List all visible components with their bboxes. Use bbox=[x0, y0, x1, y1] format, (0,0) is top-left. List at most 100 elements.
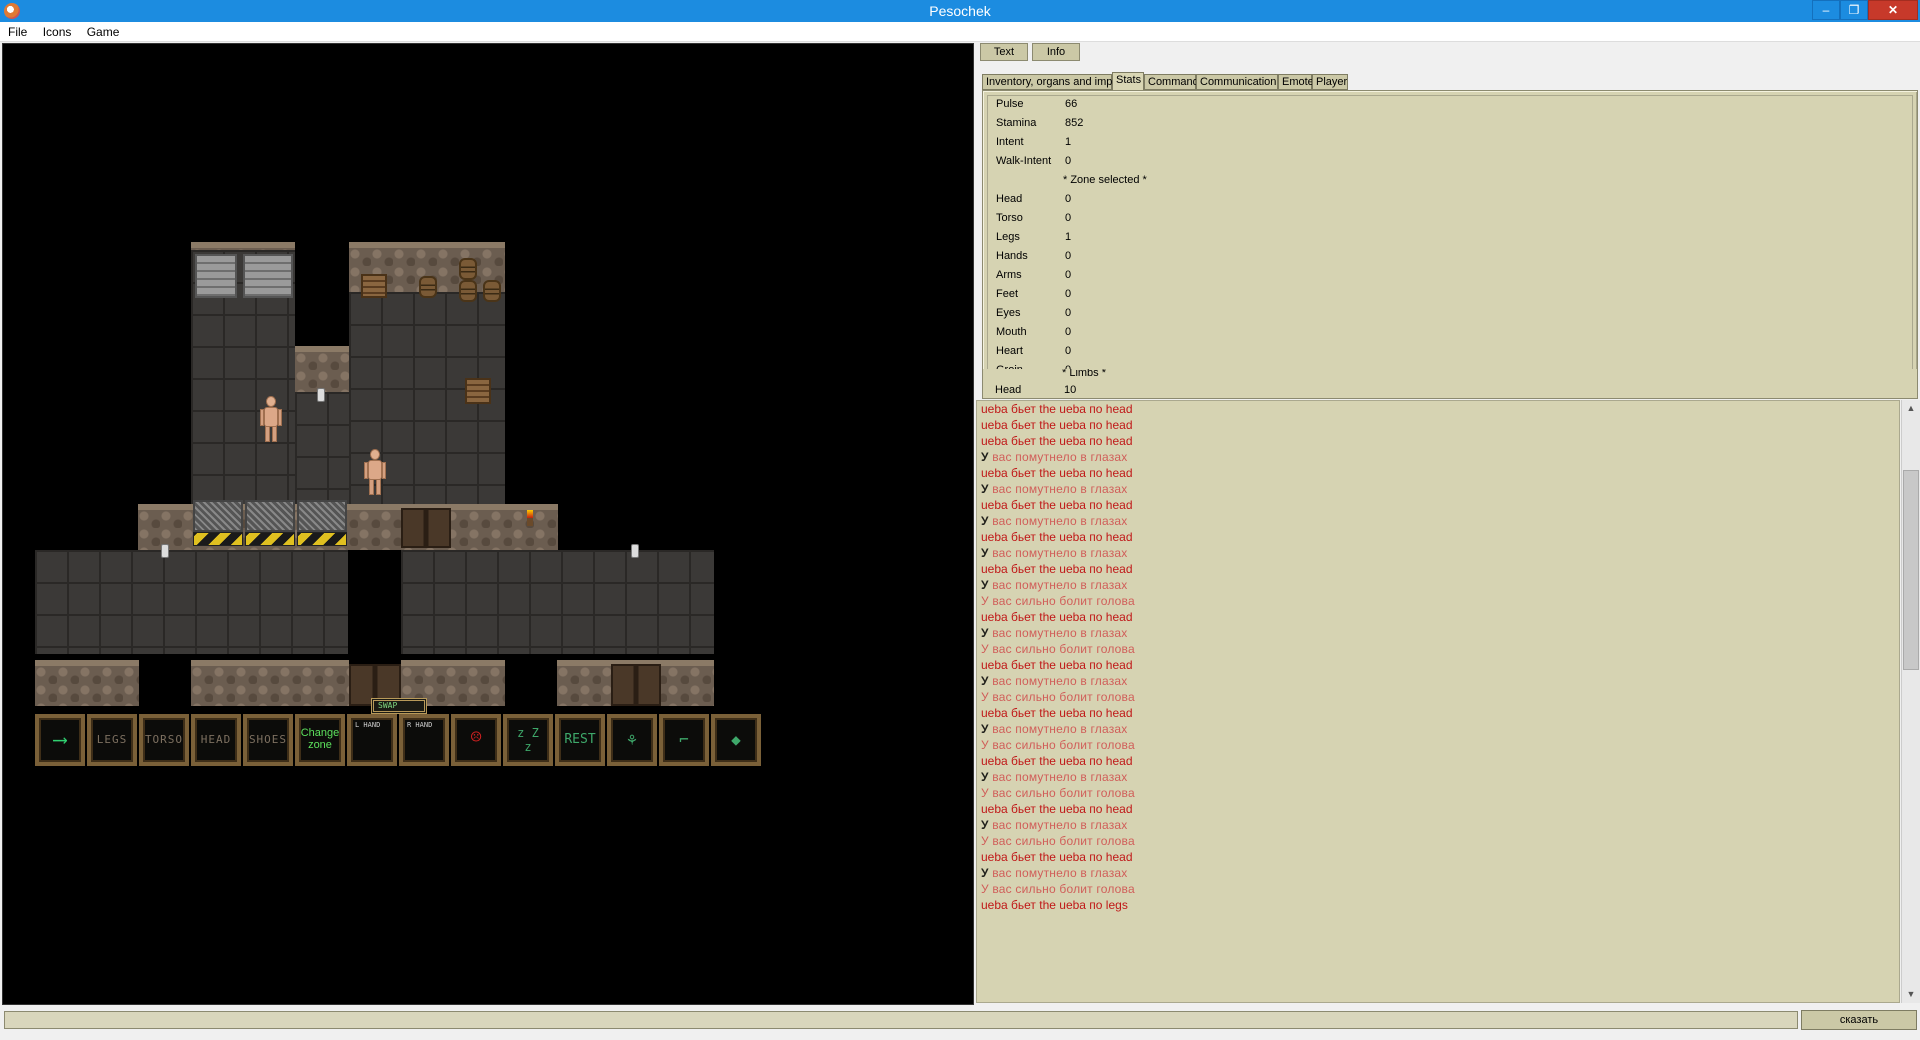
stat-row: Walk-Intent 0 bbox=[996, 155, 1072, 167]
log-line-prefix: У bbox=[981, 674, 989, 688]
maximize-button[interactable]: ❐ bbox=[1840, 0, 1868, 20]
torch-icon bbox=[527, 510, 533, 526]
limb-row: Head 10 bbox=[995, 384, 1077, 396]
tab-info[interactable]: Info bbox=[1032, 43, 1080, 61]
rest-button[interactable]: REST bbox=[555, 714, 605, 766]
title-bar: Pesochek – ❐ ✕ bbox=[0, 0, 1920, 22]
log-line: ueba бьет the ueba по head bbox=[977, 609, 1899, 625]
minimize-button[interactable]: – bbox=[1812, 0, 1840, 20]
health-doll[interactable]: ☹ bbox=[451, 714, 501, 766]
log-line: ueba бьет the ueba по head bbox=[977, 561, 1899, 577]
side-panel: Text Info Inventory, organs and implants… bbox=[976, 43, 1920, 1003]
window-title: Pesochek bbox=[929, 3, 991, 19]
grab-button[interactable]: ⚘ bbox=[607, 714, 657, 766]
zone-row: Hands 0 bbox=[996, 250, 1072, 262]
console-machine[interactable] bbox=[195, 254, 237, 298]
door[interactable] bbox=[401, 508, 451, 548]
zone-row: Torso 0 bbox=[996, 212, 1072, 224]
log-line-prefix: У bbox=[981, 450, 989, 464]
legs-slot[interactable]: LEGS bbox=[87, 714, 137, 766]
log-line-text: ueba бьет the ueba по head bbox=[981, 530, 1133, 544]
swap-hands-button[interactable]: SWAP bbox=[371, 698, 427, 714]
log-line-text: вас помутнело в глазах bbox=[988, 482, 1128, 496]
log-scrollbar[interactable]: ▲ ▼ bbox=[1901, 400, 1920, 1003]
log-line-text: ueba бьет the ueba по head bbox=[981, 466, 1133, 480]
scroll-up-icon[interactable]: ▲ bbox=[1902, 400, 1920, 417]
rest-label: REST bbox=[564, 732, 596, 747]
change-zone-button[interactable]: Change zone bbox=[295, 714, 345, 766]
chat-input[interactable] bbox=[5, 1012, 1797, 1028]
crate[interactable] bbox=[465, 378, 491, 404]
sad-face-icon: ☹ bbox=[470, 727, 482, 748]
log-line-text: вас помутнело в глазах bbox=[988, 450, 1128, 464]
lamp-icon bbox=[317, 388, 325, 402]
shoes-slot[interactable]: SHOES bbox=[243, 714, 293, 766]
tab-communication[interactable]: Communication bbox=[1196, 74, 1278, 90]
scroll-thumb[interactable] bbox=[1903, 470, 1919, 670]
arrow-right-icon: ⟶ bbox=[53, 727, 67, 751]
wall bbox=[191, 660, 349, 706]
close-button[interactable]: ✕ bbox=[1868, 0, 1918, 20]
log-line-prefix: У bbox=[981, 514, 989, 528]
tab-stats[interactable]: Stats bbox=[1112, 72, 1144, 90]
say-button[interactable]: сказать bbox=[1801, 1010, 1917, 1030]
log-line: ueba бьет the ueba по head bbox=[977, 433, 1899, 449]
log-line: У вас сильно болит голова bbox=[977, 881, 1899, 897]
gun-icon: ⌐ bbox=[679, 730, 689, 749]
npc-character[interactable] bbox=[363, 449, 387, 499]
log-line-text: вас помутнело в глазах bbox=[988, 514, 1128, 528]
barrel[interactable] bbox=[419, 276, 437, 298]
game-viewport[interactable]: SWAP ⟶ LEGS TORSO HEAD SHOES Change zone… bbox=[2, 43, 974, 1005]
limbs-header: * Limbs * bbox=[1062, 369, 1107, 379]
scroll-down-icon[interactable]: ▼ bbox=[1902, 986, 1920, 1003]
log-line-text: У вас сильно болит голова bbox=[981, 738, 1135, 752]
player-character[interactable] bbox=[259, 396, 283, 446]
tab-inventory[interactable]: Inventory, organs and implants bbox=[982, 74, 1136, 90]
log-line: У вас помутнело в глазах bbox=[977, 817, 1899, 833]
chat-input-container bbox=[4, 1011, 1798, 1029]
barrel[interactable] bbox=[483, 280, 501, 302]
log-line: У вас сильно болит голова bbox=[977, 737, 1899, 753]
console-machine[interactable] bbox=[243, 254, 293, 298]
menu-game[interactable]: Game bbox=[83, 22, 124, 39]
log-line: У вас помутнело в глазах bbox=[977, 769, 1899, 785]
log-line-text: ueba бьет the ueba по head bbox=[981, 418, 1133, 432]
log-line-text: У вас сильно болит голова bbox=[981, 834, 1135, 848]
door[interactable] bbox=[611, 664, 661, 706]
log-line: У вас помутнело в глазах bbox=[977, 513, 1899, 529]
log-line: ueba бьет the ueba по head bbox=[977, 417, 1899, 433]
hazard-stripes bbox=[193, 532, 243, 546]
move-intent-button[interactable]: ⟶ bbox=[35, 714, 85, 766]
menu-file[interactable]: File bbox=[4, 22, 31, 39]
tab-commands[interactable]: Commands bbox=[1144, 74, 1204, 90]
log-line: ueba бьет the ueba по head bbox=[977, 497, 1899, 513]
right-hand-slot[interactable]: R HAND bbox=[399, 714, 449, 766]
tab-player[interactable]: Player bbox=[1312, 74, 1348, 90]
tab-text[interactable]: Text bbox=[980, 43, 1028, 61]
pull-button[interactable]: ◆ bbox=[711, 714, 761, 766]
log-line-text: У вас сильно болит голова bbox=[981, 594, 1135, 608]
throw-button[interactable]: ⌐ bbox=[659, 714, 709, 766]
crate[interactable] bbox=[361, 274, 387, 298]
log-line: ueba бьет the ueba по head bbox=[977, 401, 1899, 417]
sleep-button[interactable]: z Zz bbox=[503, 714, 553, 766]
torso-slot[interactable]: TORSO bbox=[139, 714, 189, 766]
left-hand-slot[interactable]: L HAND bbox=[347, 714, 397, 766]
hazard-stripes bbox=[297, 532, 347, 546]
log-line: У вас помутнело в глазах bbox=[977, 865, 1899, 881]
log-line: ueba бьет the ueba по legs bbox=[977, 897, 1899, 913]
barrel[interactable] bbox=[459, 258, 477, 280]
wall bbox=[191, 242, 295, 250]
sleep-icon: z Zz bbox=[517, 726, 539, 754]
log-line-text: вас помутнело в глазах bbox=[988, 866, 1128, 880]
log-line-prefix: У bbox=[981, 818, 989, 832]
log-line-text: ueba бьет the ueba по head bbox=[981, 850, 1133, 864]
log-line-text: У вас сильно болит голова bbox=[981, 882, 1135, 896]
menu-icons[interactable]: Icons bbox=[39, 22, 76, 39]
tab-emote[interactable]: Emote bbox=[1278, 74, 1314, 90]
log-line-text: вас помутнело в глазах bbox=[988, 674, 1128, 688]
barrel[interactable] bbox=[459, 280, 477, 302]
head-slot[interactable]: HEAD bbox=[191, 714, 241, 766]
chat-log[interactable]: ueba бьет the ueba по head ueba бьет the … bbox=[976, 400, 1900, 1003]
log-line: У вас сильно болит голова bbox=[977, 785, 1899, 801]
